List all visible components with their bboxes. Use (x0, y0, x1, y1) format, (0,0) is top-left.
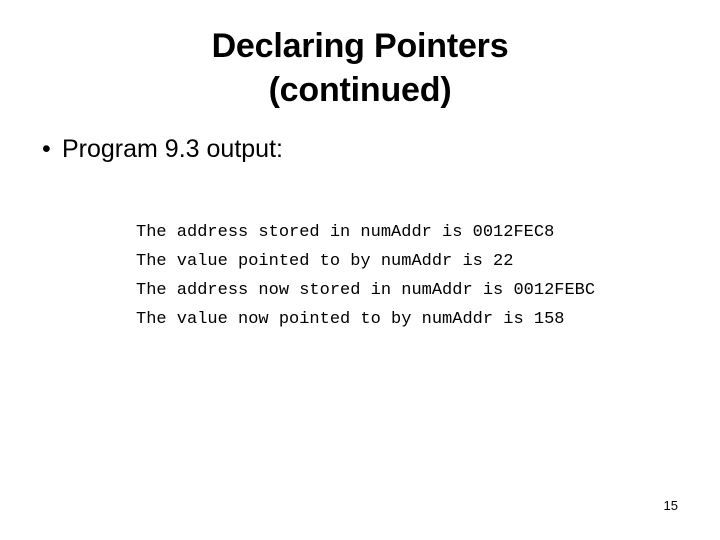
slide-title: Declaring Pointers (continued) (40, 24, 680, 112)
bullet-marker-icon: • (42, 135, 51, 163)
output-line: The address stored in numAddr is 0012FEC… (136, 223, 555, 242)
output-line: The value now pointed to by numAddr is 1… (136, 310, 565, 329)
output-line: The value pointed to by numAddr is 22 (136, 252, 514, 271)
bullet-list: • Program 9.3 output: (30, 132, 680, 166)
slide-title-line-2: (continued) (268, 71, 452, 109)
output-line: The address now stored in numAddr is 001… (136, 281, 596, 300)
slide-title-line-1: Declaring Pointers (211, 27, 509, 65)
bullet-item-program-output: • Program 9.3 output: (30, 132, 680, 166)
slide: Declaring Pointers (continued) • Program… (0, 0, 720, 540)
page-number: 15 (663, 498, 678, 513)
bullet-item-label: Program 9.3 output: (62, 135, 283, 163)
program-output-block: The address stored in numAddr is 0012FEC… (136, 218, 595, 334)
